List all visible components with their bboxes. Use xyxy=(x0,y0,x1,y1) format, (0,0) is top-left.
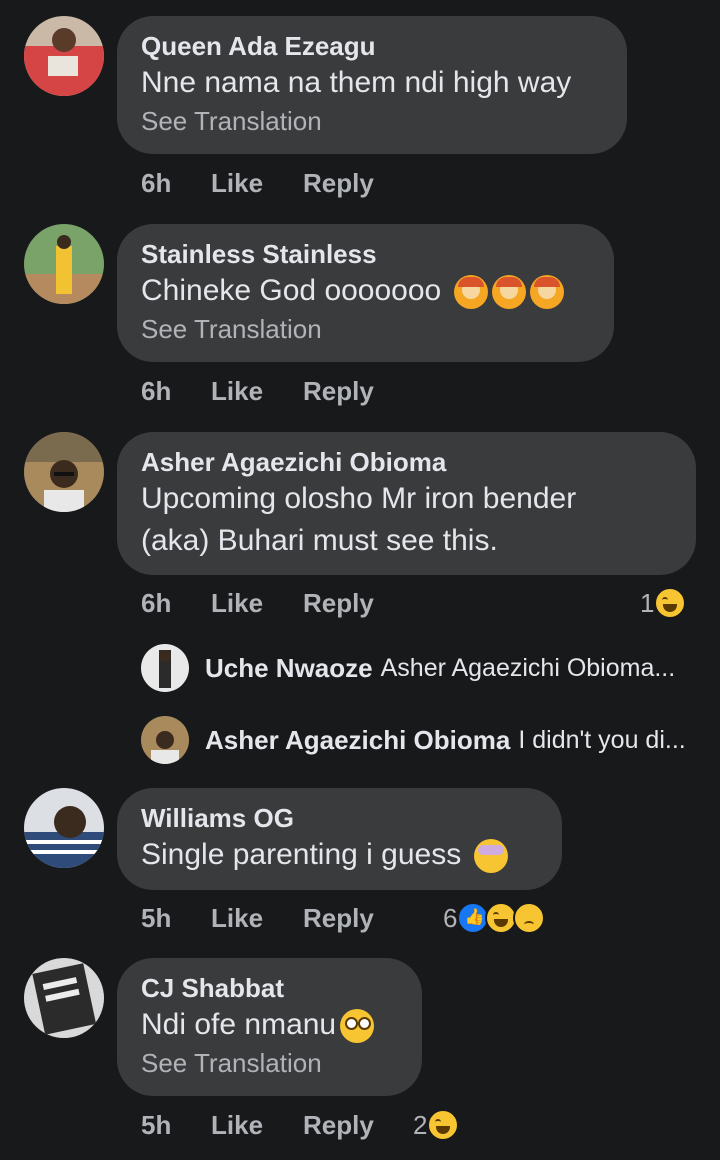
avatar[interactable] xyxy=(24,224,104,304)
comment-actions: 6h Like Reply xyxy=(141,165,374,201)
timestamp[interactable]: 5h xyxy=(141,903,211,934)
like-button[interactable]: Like xyxy=(211,1110,303,1141)
reply-button[interactable]: Reply xyxy=(303,588,374,619)
like-button[interactable]: Like xyxy=(211,903,303,934)
reaction-count: 6 xyxy=(443,902,458,933)
comment-text: Ndi ofe nmanu xyxy=(141,1004,398,1046)
eye-roll-icon xyxy=(340,1009,375,1044)
avatar[interactable] xyxy=(24,432,104,512)
timestamp[interactable]: 6h xyxy=(141,588,211,619)
comment-actions: 6h Like Reply xyxy=(141,373,374,409)
comment-bubble: Queen Ada Ezeagu Nne nama na them ndi hi… xyxy=(117,16,627,154)
see-translation-link[interactable]: See Translation xyxy=(141,1046,398,1080)
reaction-summary[interactable]: 1 xyxy=(640,585,687,621)
reply-button[interactable]: Reply xyxy=(303,903,374,934)
commenter-name[interactable]: Asher Agaezichi Obioma xyxy=(141,446,672,478)
dizzy-face-icon xyxy=(473,839,508,874)
haha-icon xyxy=(427,1109,460,1141)
see-translation-link[interactable]: See Translation xyxy=(141,312,590,346)
comment-actions: 6h Like Reply xyxy=(141,585,374,621)
like-button[interactable]: Like xyxy=(211,588,303,619)
avatar[interactable] xyxy=(24,788,104,868)
comment-actions: 5h Like Reply xyxy=(141,1107,374,1143)
reply-button[interactable]: Reply xyxy=(303,1110,374,1141)
reply-preview[interactable]: Uche Nwaoze Asher Agaezichi Obioma... xyxy=(141,644,675,692)
comment-text-content: Ndi ofe nmanu xyxy=(141,1008,337,1041)
avatar[interactable] xyxy=(141,716,189,764)
reply-button[interactable]: Reply xyxy=(303,168,374,199)
comment-text-content: Chineke God ooooooo xyxy=(141,274,442,307)
comment-text-line: (aka) Buhari must see this. xyxy=(141,524,498,557)
comment-text-content: Single parenting i guess xyxy=(141,838,462,871)
woman-gesturing-icon xyxy=(453,275,488,310)
see-translation-link[interactable]: See Translation xyxy=(141,104,603,138)
reply-text: I didn't you di... xyxy=(518,725,686,754)
timestamp[interactable]: 6h xyxy=(141,376,211,407)
comment-text: Chineke God ooooooo xyxy=(141,270,590,312)
reaction-count: 1 xyxy=(640,587,655,618)
comment-actions: 5h Like Reply xyxy=(141,900,374,936)
comment-text-line: Upcoming olosho Mr iron bender xyxy=(141,482,577,515)
commenter-name[interactable]: Stainless Stainless xyxy=(141,238,590,270)
comment-bubble: Williams OG Single parenting i guess xyxy=(117,788,562,890)
reaction-summary[interactable]: 6 xyxy=(443,900,546,936)
like-button[interactable]: Like xyxy=(211,376,303,407)
avatar[interactable] xyxy=(24,958,104,1038)
reply-author-name[interactable]: Asher Agaezichi Obioma xyxy=(205,725,510,756)
commenter-name[interactable]: CJ Shabbat xyxy=(141,972,398,1004)
commenter-name[interactable]: Queen Ada Ezeagu xyxy=(141,30,603,62)
haha-icon xyxy=(654,587,687,619)
reaction-count: 2 xyxy=(413,1109,428,1140)
comment-bubble: CJ Shabbat Ndi ofe nmanu See Translation xyxy=(117,958,422,1096)
timestamp[interactable]: 6h xyxy=(141,168,211,199)
comment-bubble: Stainless Stainless Chineke God ooooooo … xyxy=(117,224,614,362)
reply-text: Asher Agaezichi Obioma... xyxy=(380,653,676,682)
reply-preview[interactable]: Asher Agaezichi Obioma I didn't you di..… xyxy=(141,716,686,764)
timestamp[interactable]: 5h xyxy=(141,1110,211,1141)
woman-gesturing-icon xyxy=(491,275,526,310)
avatar[interactable] xyxy=(141,644,189,692)
comment-text: Single parenting i guess xyxy=(141,834,538,876)
reply-author-name[interactable]: Uche Nwaoze xyxy=(205,653,373,684)
reply-button[interactable]: Reply xyxy=(303,376,374,407)
comment-text: Nne nama na them ndi high way xyxy=(141,66,572,99)
sad-icon xyxy=(513,902,546,934)
avatar[interactable] xyxy=(24,16,104,96)
woman-gesturing-icon xyxy=(529,275,564,310)
like-button[interactable]: Like xyxy=(211,168,303,199)
commenter-name[interactable]: Williams OG xyxy=(141,802,538,834)
reaction-summary[interactable]: 2 xyxy=(413,1107,460,1143)
comment-bubble: Asher Agaezichi Obioma Upcoming olosho M… xyxy=(117,432,696,575)
